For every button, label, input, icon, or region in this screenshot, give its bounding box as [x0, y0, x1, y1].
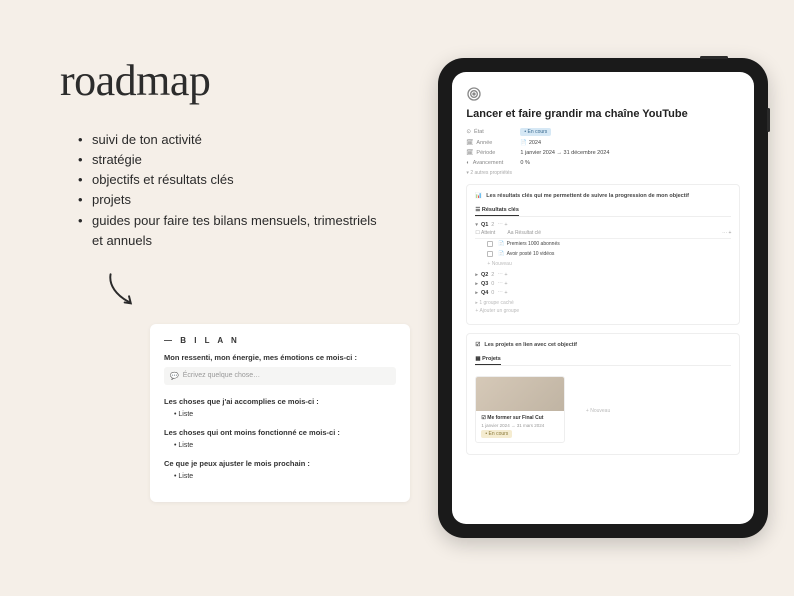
tablet-frame: Lancer et faire grandir ma chaîne YouTub…	[438, 58, 768, 538]
project-cover	[476, 377, 564, 411]
feature-item: projets	[78, 190, 383, 210]
projects-section: ☑ Les projets en lien avec cet objectif …	[466, 333, 740, 455]
quarter-q3[interactable]: Q3 0 ⋯ +	[475, 281, 731, 287]
project-title: ☑ Me former sur Final Cut	[481, 415, 559, 421]
feature-item: objectifs et résultats clés	[78, 170, 383, 190]
calendar-icon: 🗓	[466, 150, 473, 156]
prop-row-avancement[interactable]: ◐ Avancement 0 %	[466, 160, 740, 166]
feature-item: suivi de ton activité	[78, 130, 383, 150]
target-icon	[466, 86, 482, 102]
col-resultat: Aa Résultat clé	[507, 230, 541, 236]
progress-icon: ◐	[466, 160, 469, 166]
bilan-prompt: Ce que je peux ajuster le mois prochain …	[164, 459, 396, 468]
checkbox[interactable]	[487, 241, 493, 247]
results-heading: 📊 Les résultats clés qui me permettent d…	[475, 193, 731, 199]
prop-row-annee[interactable]: 🗓Année 📄 2024	[466, 140, 740, 146]
bilan-list-item: Liste	[174, 442, 396, 449]
bilan-list-item: Liste	[174, 473, 396, 480]
bilan-input[interactable]: 💬 Écrivez quelque chose…	[164, 367, 396, 385]
prop-value: 0 %	[520, 160, 529, 166]
status-icon: ⊙	[466, 129, 471, 135]
project-date: 1 janvier 2024 → 31 mars 2024	[481, 423, 559, 428]
prop-value: 📄 2024	[520, 140, 541, 146]
tab-results[interactable]: ☰ Résultats clés	[475, 205, 518, 216]
col-atteint: ☐ Atteint	[475, 230, 501, 236]
project-card[interactable]: ☑ Me former sur Final Cut 1 janvier 2024…	[475, 376, 565, 443]
hidden-group[interactable]: ▸ 1 groupe caché	[475, 300, 731, 306]
quarter-q2[interactable]: Q2 2 ⋯ +	[475, 272, 731, 278]
bilan-placeholder: Écrivez quelque chose…	[183, 372, 260, 379]
chart-icon: 📊	[475, 193, 482, 199]
bilan-list-item: Liste	[174, 411, 396, 418]
project-status-tag: • En cours	[481, 430, 512, 438]
tablet-volume-button	[767, 108, 770, 132]
bilan-prompt: Les choses qui ont moins fonctionné ce m…	[164, 428, 396, 437]
prop-label: Avancement	[473, 160, 503, 166]
prop-value: 1 janvier 2024 → 31 décembre 2024	[520, 150, 609, 156]
prop-label: Année	[476, 140, 492, 146]
calendar-icon: 🗓	[466, 140, 473, 146]
bilan-title: — B I L A N	[164, 336, 396, 345]
key-result-row[interactable]: 📄Avoir posté 10 vidéos	[475, 249, 731, 259]
feature-item: stratégie	[78, 150, 383, 170]
tablet-screen: Lancer et faire grandir ma chaîne YouTub…	[452, 72, 754, 524]
doc-title: Lancer et faire grandir ma chaîne YouTub…	[466, 108, 740, 120]
tab-projects[interactable]: ▦ Projets	[475, 354, 500, 365]
new-row[interactable]: + Nouveau	[475, 259, 731, 269]
key-result-row[interactable]: 📄Premiers 1000 abonnés	[475, 239, 731, 249]
prop-row-etat[interactable]: ⊙État • En cours	[466, 128, 740, 136]
add-group[interactable]: + Ajouter un groupe	[475, 308, 731, 314]
feature-item: guides pour faire tes bilans mensuels, t…	[78, 211, 383, 251]
prop-row-periode[interactable]: 🗓Période 1 janvier 2024 → 31 décembre 20…	[466, 150, 740, 156]
page-icon: 📄	[498, 241, 504, 247]
bilan-prompt: Les choses que j'ai accomplies ce mois-c…	[164, 397, 396, 406]
status-tag: • En cours	[520, 128, 551, 136]
arrow-icon	[100, 269, 383, 318]
quarter-q4[interactable]: Q4 0 ⋯ +	[475, 290, 731, 296]
prop-label: État	[474, 129, 484, 135]
prop-label: Période	[476, 150, 495, 156]
page-icon: 📄	[498, 251, 504, 257]
feature-list: suivi de ton activité stratégie objectif…	[78, 130, 383, 251]
checkbox[interactable]	[487, 251, 493, 257]
page-heading: roadmap	[60, 55, 383, 106]
speech-icon: 💬	[170, 372, 179, 380]
check-icon: ☑	[475, 342, 480, 348]
bilan-prompt: Mon ressenti, mon énergie, mes émotions …	[164, 353, 396, 362]
add-project[interactable]: + Nouveau	[573, 376, 623, 446]
more-properties[interactable]: ▾ 2 autres propriétés	[466, 170, 740, 176]
tablet-power-button	[700, 56, 728, 59]
results-section: 📊 Les résultats clés qui me permettent d…	[466, 184, 740, 325]
projects-heading: ☑ Les projets en lien avec cet objectif	[475, 342, 731, 348]
bilan-card: — B I L A N Mon ressenti, mon énergie, m…	[150, 324, 410, 502]
